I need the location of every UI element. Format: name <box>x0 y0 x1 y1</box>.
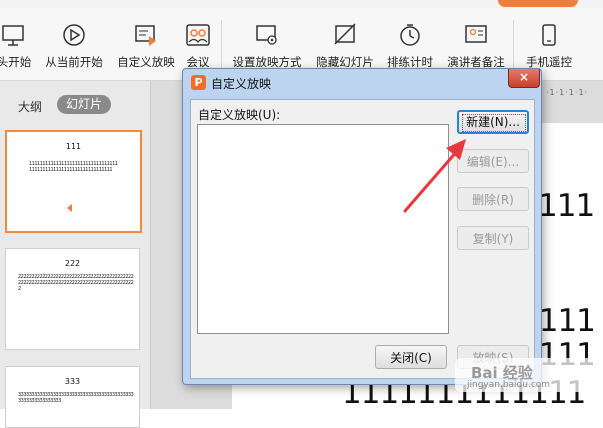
hide-slide-button[interactable]: 隐藏幻灯片 <box>312 16 378 76</box>
thumbnail-body: 1111111111111111111111111111111111111111… <box>29 161 118 173</box>
edit-button[interactable]: 编辑(E)... <box>457 149 529 173</box>
thumbnail-title: 111 <box>65 142 82 151</box>
tab-outline[interactable]: 大纲 <box>18 98 42 115</box>
phone-remote-button[interactable]: 手机遥控 <box>518 16 580 76</box>
custom-show-button[interactable]: 自定义放映 <box>114 16 178 76</box>
slide-text-line: 111 <box>538 188 595 224</box>
phone-remote-icon <box>542 24 556 46</box>
hide-slide-icon <box>334 23 356 45</box>
custom-show-list-label: 自定义放映(U): <box>198 108 281 122</box>
custom-show-icon <box>135 25 156 46</box>
start-from-beginning-icon <box>2 25 24 46</box>
show-settings-icon <box>256 25 277 45</box>
dialog-close-button[interactable]: × <box>508 69 540 88</box>
start-from-beginning-button[interactable]: 头开始 <box>0 16 34 76</box>
close-button[interactable]: 关闭(C) <box>375 345 447 369</box>
thumbnail-title: 333 <box>64 377 81 386</box>
speaker-notes-icon <box>465 25 487 43</box>
rehearse-timer-icon <box>400 24 420 46</box>
ribbon-label: 自定义放映 <box>117 55 175 69</box>
delete-button[interactable]: 删除(R) <box>457 187 529 211</box>
custom-show-list[interactable] <box>197 124 449 334</box>
meeting-icon <box>186 24 210 46</box>
show-settings-button[interactable]: 设置放映方式 <box>228 16 306 76</box>
speaker-notes-button[interactable]: 演讲者备注 <box>443 16 509 76</box>
play-from-current-button[interactable]: 从当前开始 <box>42 16 106 76</box>
play-from-current-icon <box>63 24 85 46</box>
watermark: Bai 经验 jingyan.baidu.com <box>455 358 595 392</box>
custom-show-dialog: P 自定义放映 × 自定义放映(U): 新建(N)... 编辑(E)... 删除… <box>182 68 542 385</box>
thumbnail-title: 222 <box>64 259 81 268</box>
accent-pill[interactable] <box>498 0 578 7</box>
rehearse-timer-button[interactable]: 排练计时 <box>382 16 438 76</box>
thumbnail-body: 3333333333333333333333333333333333333333… <box>18 392 134 404</box>
thumbnail-body: 2222222222222222222222222222222222222222… <box>18 274 134 292</box>
focus-rect <box>462 114 526 132</box>
tab-slides[interactable]: 幻灯片 <box>57 95 111 114</box>
dialog-titlebar[interactable]: P 自定义放映 × <box>183 69 541 93</box>
slide-thumbnail-2[interactable]: 222 222222222222222222222222222222222222… <box>5 248 140 350</box>
ribbon-label: 从当前开始 <box>45 55 103 69</box>
meeting-button[interactable]: 会议 <box>182 16 214 76</box>
copy-button[interactable]: 复制(Y) <box>457 226 529 250</box>
ruler: ·1·1·1·1· <box>546 88 589 97</box>
dialog-body: 自定义放映(U): 新建(N)... 编辑(E)... 删除(R) 复制(Y) … <box>190 99 535 379</box>
slide-marker-icon <box>67 204 72 212</box>
app-logo-icon: P <box>191 75 206 90</box>
slide-thumbnail-3[interactable]: 333 333333333333333333333333333333333333… <box>5 366 140 428</box>
ribbon-label: 头开始 <box>0 55 32 69</box>
dialog-title: 自定义放映 <box>211 77 272 91</box>
close-icon: × <box>518 70 530 84</box>
slide-thumbnail-1[interactable]: 111 111111111111111111111111111111111111… <box>5 130 142 233</box>
new-button[interactable]: 新建(N)... <box>457 110 529 134</box>
watermark-site: jingyan.baidu.com <box>467 380 551 390</box>
